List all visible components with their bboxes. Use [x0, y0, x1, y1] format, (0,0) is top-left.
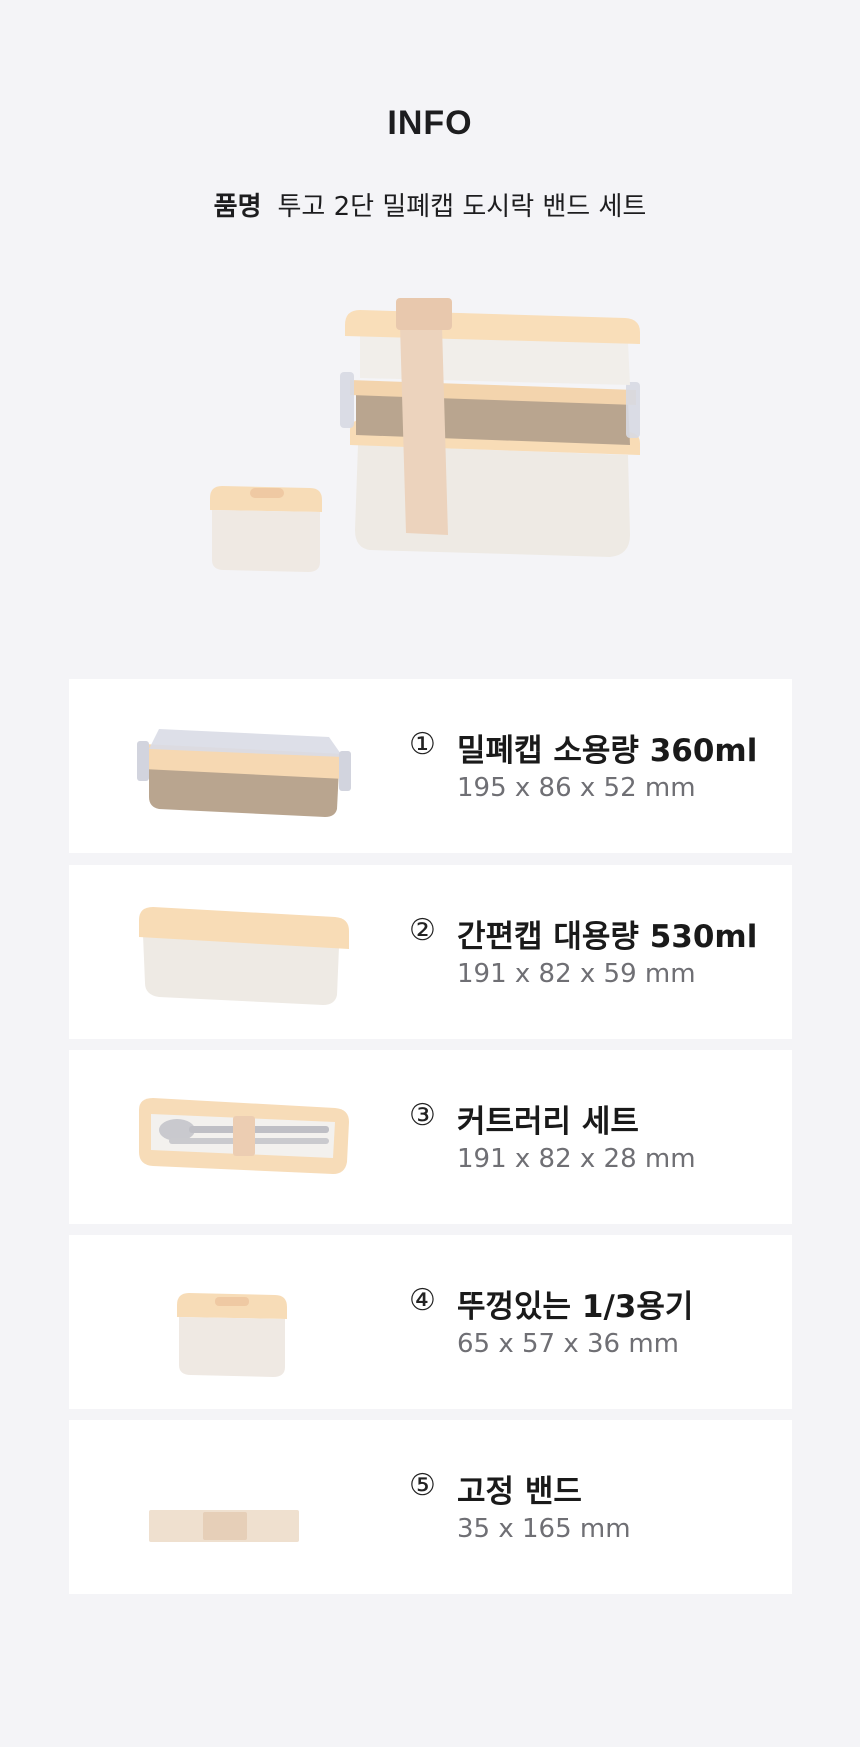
airtight-small-container-image	[137, 729, 351, 817]
item-dimensions: 195 x 86 x 52 mm	[457, 773, 696, 803]
item-dimensions: 191 x 82 x 28 mm	[457, 1144, 696, 1174]
item-card-5: ⑤ 고정 밴드 35 x 165 mm	[69, 1420, 792, 1594]
info-page: INFO 품명 투고 2단 밀폐캡 도시락 밴드 세트 ① 밀폐캡 소용량 36…	[0, 0, 860, 1747]
item-card-4: ④ 뚜껑있는 1/3용기 65 x 57 x 36 mm	[69, 1235, 792, 1409]
item-name: 밀폐캡 소용량 360ml	[457, 733, 758, 769]
fixing-band-image	[149, 1510, 299, 1542]
item-name: 뚜껑있는 1/3용기	[457, 1289, 694, 1325]
item-dimensions: 35 x 165 mm	[457, 1514, 631, 1544]
lidded-one-third-container-image	[177, 1293, 287, 1377]
item-number: ②	[409, 913, 436, 948]
product-name-label: 품명	[213, 192, 262, 222]
item-number: ③	[409, 1098, 436, 1133]
product-name-row: 품명 투고 2단 밀폐캡 도시락 밴드 세트	[0, 186, 860, 223]
item-dimensions: 65 x 57 x 36 mm	[457, 1329, 680, 1359]
page-title: INFO	[387, 104, 473, 142]
item-name: 간편캡 대용량 530ml	[457, 919, 758, 955]
item-number: ⑤	[409, 1468, 436, 1503]
item-card-2: ② 간편캡 대용량 530ml 191 x 82 x 59 mm	[69, 865, 792, 1039]
item-name: 커트러리 세트	[457, 1104, 639, 1140]
item-number: ④	[409, 1283, 436, 1318]
item-name: 고정 밴드	[457, 1474, 582, 1510]
item-number: ①	[409, 727, 436, 762]
product-name-value: 투고 2단 밀폐캡 도시락 밴드 세트	[277, 192, 647, 222]
easy-cap-large-container-image	[139, 907, 349, 1005]
cutlery-set-image	[139, 1098, 349, 1174]
product-hero-image	[210, 298, 640, 572]
item-card-3: ③ 커트러리 세트 191 x 82 x 28 mm	[69, 1050, 792, 1224]
item-dimensions: 191 x 82 x 59 mm	[457, 959, 696, 989]
item-card-1: ① 밀폐캡 소용량 360ml 195 x 86 x 52 mm	[69, 679, 792, 853]
